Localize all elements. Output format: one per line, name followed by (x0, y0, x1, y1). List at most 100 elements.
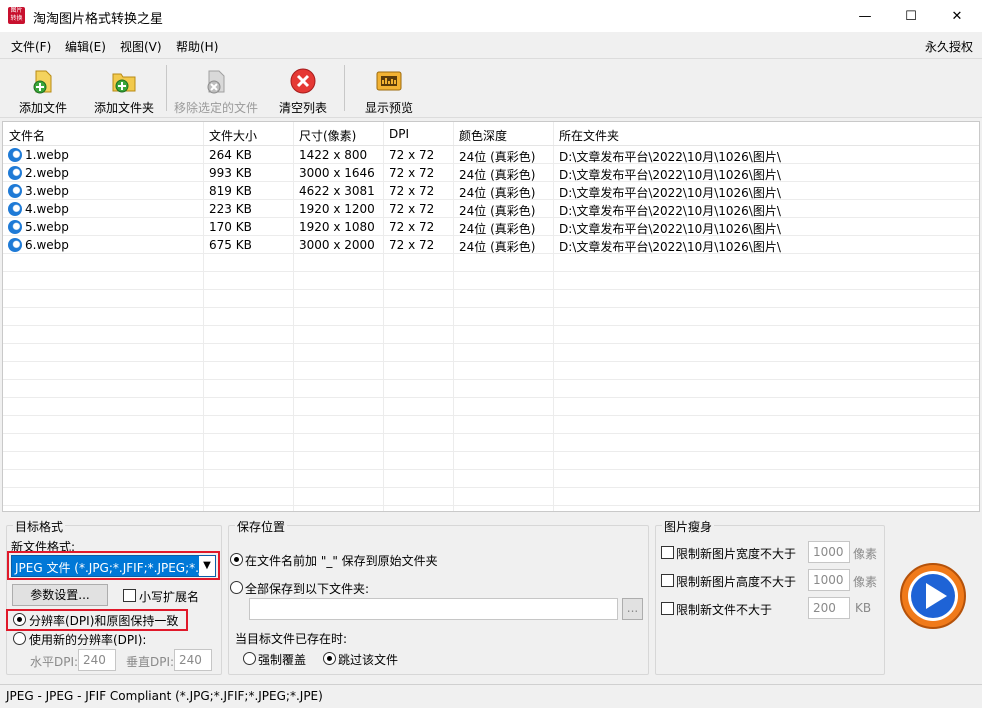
add-file-button[interactable]: 添加文件 (10, 59, 76, 117)
webp-file-icon (8, 148, 22, 162)
table-row[interactable]: 3.webp 819 KB 4622 x 3081 72 x 72 24位 (真… (3, 182, 979, 200)
size-unit: KB (855, 601, 872, 615)
show-preview-button[interactable]: 显示预览 (356, 59, 422, 117)
maximize-button[interactable]: ☐ (888, 0, 934, 32)
limit-size-label: 限制新文件不大于 (676, 603, 773, 617)
app-logo-icon: 图片转换 (8, 7, 25, 24)
width-field[interactable]: 1000 (808, 541, 850, 563)
exists-label: 当目标文件已存在时: (235, 632, 348, 646)
header-filesize[interactable]: 文件大小 (209, 127, 257, 144)
menu-bar: 文件(F) 编辑(E) 视图(V) 帮助(H) 永久授权 (0, 33, 982, 57)
lowercase-ext-checkbox[interactable] (123, 589, 136, 602)
menu-view[interactable]: 视图(V) (120, 38, 162, 55)
empty-row (3, 362, 979, 380)
status-text: JPEG - JPEG - JFIF Compliant (*.JPG;*.JF… (6, 689, 323, 703)
minimize-button[interactable]: — (842, 0, 888, 32)
window-title: 淘淘图片格式转换之星 (33, 12, 164, 27)
cell-dimensions: 1920 x 1200 (299, 202, 375, 216)
save-folder-radio[interactable] (230, 581, 243, 594)
table-row[interactable]: 6.webp 675 KB 3000 x 2000 72 x 72 24位 (真… (3, 236, 979, 254)
add-folder-icon (109, 67, 139, 95)
table-row[interactable]: 2.webp 993 KB 3000 x 1646 72 x 72 24位 (真… (3, 164, 979, 182)
menu-help[interactable]: 帮助(H) (176, 38, 218, 55)
header-filename[interactable]: 文件名 (9, 127, 45, 144)
clear-list-button[interactable]: 清空列表 (272, 59, 334, 117)
play-icon (900, 563, 966, 629)
webp-file-icon (8, 184, 22, 198)
empty-row (3, 344, 979, 362)
overwrite-radio[interactable] (243, 652, 256, 665)
cell-filesize: 264 KB (209, 148, 252, 162)
save-folder-input[interactable] (249, 598, 618, 620)
header-color-depth[interactable]: 颜色深度 (459, 127, 507, 144)
table-row[interactable]: 5.webp 170 KB 1920 x 1080 72 x 72 24位 (真… (3, 218, 979, 236)
v-dpi-label: 垂直DPI: (126, 655, 175, 669)
limit-width-checkbox[interactable] (661, 546, 674, 559)
limit-width-label: 限制新图片宽度不大于 (676, 547, 797, 561)
empty-row (3, 254, 979, 272)
cell-dpi: 72 x 72 (389, 148, 435, 162)
chevron-down-icon[interactable]: ▼ (199, 556, 215, 576)
limit-height-checkbox[interactable] (661, 574, 674, 587)
h-dpi-label: 水平DPI: (30, 655, 79, 669)
start-convert-button[interactable] (899, 562, 967, 630)
header-folder[interactable]: 所在文件夹 (559, 127, 619, 144)
cell-filename: 2.webp (25, 166, 69, 180)
add-folder-button[interactable]: 添加文件夹 (86, 59, 162, 117)
cell-color-depth: 24位 (真彩色) (459, 240, 536, 254)
close-button[interactable]: ✕ (934, 0, 980, 32)
empty-row (3, 434, 979, 452)
size-field[interactable]: 200 (808, 597, 850, 619)
skip-radio[interactable] (323, 652, 336, 665)
menu-file[interactable]: 文件(F) (11, 38, 51, 55)
cell-filename: 1.webp (25, 148, 69, 162)
limit-size-checkbox[interactable] (661, 602, 674, 615)
params-button[interactable]: 参数设置... (12, 584, 108, 606)
remove-selected-button[interactable]: 移除选定的文件 (170, 59, 262, 117)
cell-color-depth: 24位 (真彩色) (459, 222, 536, 236)
status-bar: JPEG - JPEG - JFIF Compliant (*.JPG;*.JF… (0, 684, 982, 708)
cell-filename: 4.webp (25, 202, 69, 216)
license-label[interactable]: 永久授权 (925, 38, 973, 55)
webp-file-icon (8, 166, 22, 180)
cell-color-depth: 24位 (真彩色) (459, 168, 536, 182)
cell-filesize: 170 KB (209, 220, 252, 234)
toolbar: 添加文件 添加文件夹 移除选定的文件 清空列表 显示预览 (0, 58, 982, 118)
cell-filesize: 993 KB (209, 166, 252, 180)
clear-list-icon (288, 67, 318, 95)
h-dpi-field[interactable]: 240 (78, 649, 116, 671)
keep-dpi-radio[interactable] (13, 613, 26, 626)
height-field[interactable]: 1000 (808, 569, 850, 591)
table-row[interactable]: 1.webp 264 KB 1422 x 800 72 x 72 24位 (真彩… (3, 146, 979, 164)
cell-filesize: 819 KB (209, 184, 252, 198)
target-format-title: 目标格式 (13, 518, 66, 535)
cell-folder: D:\文章发布平台\2022\10月\1026\图片\ (559, 240, 781, 254)
save-folder-label: 全部保存到以下文件夹: (245, 582, 370, 596)
cell-color-depth: 24位 (真彩色) (459, 204, 536, 218)
webp-file-icon (8, 202, 22, 216)
empty-row (3, 308, 979, 326)
webp-file-icon (8, 238, 22, 252)
width-unit: 像素 (853, 547, 878, 561)
cell-folder: D:\文章发布平台\2022\10月\1026\图片\ (559, 150, 781, 164)
save-prefix-radio[interactable] (230, 553, 243, 566)
new-dpi-radio[interactable] (13, 632, 26, 645)
cell-filename: 6.webp (25, 238, 69, 252)
menu-edit[interactable]: 编辑(E) (65, 38, 106, 55)
v-dpi-field[interactable]: 240 (174, 649, 212, 671)
empty-row (3, 488, 979, 506)
empty-row (3, 452, 979, 470)
empty-row (3, 416, 979, 434)
header-dimensions[interactable]: 尺寸(像素) (299, 127, 356, 144)
table-row[interactable]: 4.webp 223 KB 1920 x 1200 72 x 72 24位 (真… (3, 200, 979, 218)
preview-icon (374, 67, 404, 95)
keep-dpi-label: 分辨率(DPI)和原图保持一致 (29, 614, 179, 628)
toolbar-separator (344, 65, 345, 111)
browse-button[interactable]: ... (622, 598, 643, 620)
header-dpi[interactable]: DPI (389, 127, 409, 141)
save-location-title: 保存位置 (235, 518, 288, 535)
format-select[interactable]: JPEG 文件 (*.JPG;*.JFIF;*.JPEG;*.JPE) ▼ (11, 555, 216, 577)
cell-dimensions: 1422 x 800 (299, 148, 368, 162)
file-list-table[interactable]: 文件名 文件大小 尺寸(像素) DPI 颜色深度 所在文件夹 1.webp 26… (2, 121, 980, 512)
height-unit: 像素 (853, 575, 878, 589)
